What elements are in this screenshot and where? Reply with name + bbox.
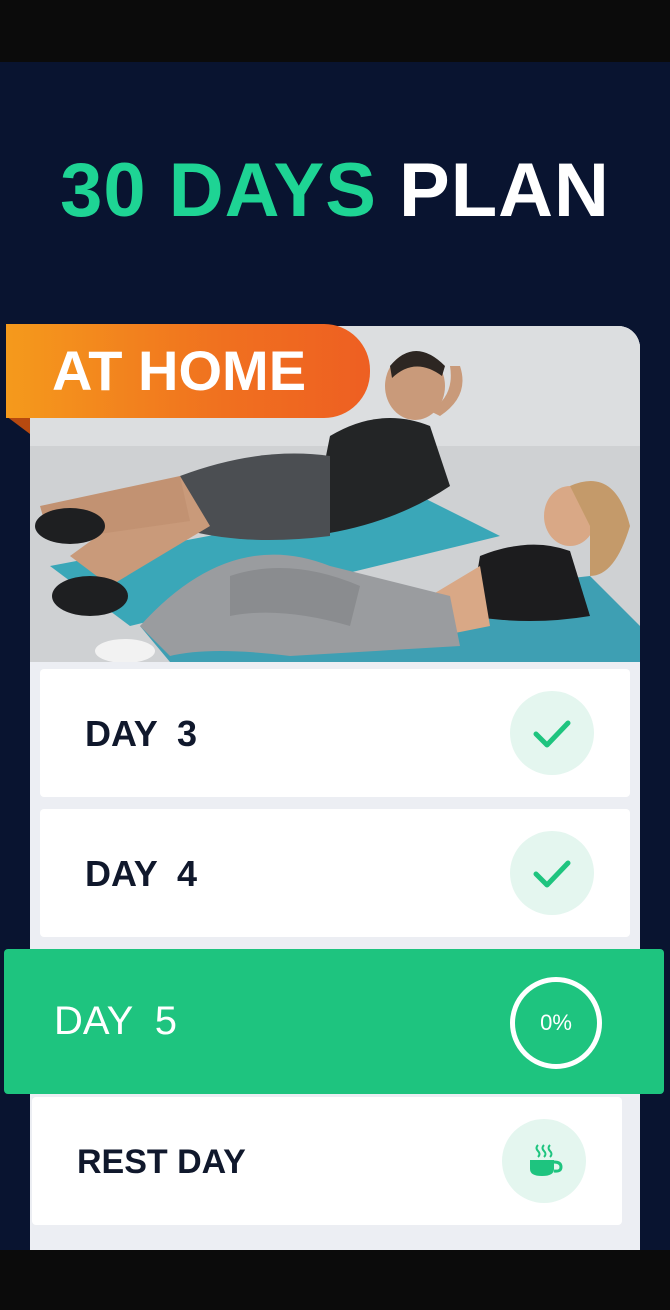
- day-row-4[interactable]: DAY 4: [40, 809, 630, 937]
- check-icon: [533, 720, 571, 748]
- day-row-label: DAY 4: [85, 853, 198, 894]
- plan-card[interactable]: DAY 3 DAY 4 REST DAY: [30, 326, 640, 1250]
- progress-value: 0%: [540, 1010, 572, 1035]
- system-nav-bar: [0, 1250, 670, 1310]
- badge-fold: [6, 416, 30, 434]
- progress-ring: 0%: [510, 977, 602, 1069]
- badge-label: AT HOME: [52, 339, 307, 402]
- coffee-cup-icon: [530, 1144, 563, 1176]
- rest-status: [502, 1119, 586, 1203]
- page-title-plain: PLAN: [399, 148, 610, 233]
- completed-status: [510, 691, 594, 775]
- completed-status: [510, 831, 594, 915]
- rest-day-label: REST DAY: [77, 1143, 246, 1181]
- day-row-5-current[interactable]: DAY 5 0%: [4, 949, 664, 1094]
- system-status-bar: [0, 0, 670, 62]
- day-row-3[interactable]: DAY 3: [40, 669, 630, 797]
- day-row-label: DAY 5: [54, 999, 178, 1043]
- plan-screen: 30 DAYS PLAN DAY 3 DAY 4 REST DAY AT HOM…: [0, 62, 670, 1250]
- page-title-accent: 30 DAYS: [60, 148, 377, 233]
- day-row-label: DAY 3: [85, 713, 198, 754]
- at-home-badge: AT HOME: [6, 324, 370, 434]
- rest-day-row[interactable]: REST DAY: [32, 1097, 622, 1225]
- check-icon: [533, 860, 571, 888]
- page-title: 30 DAYS PLAN: [0, 146, 670, 236]
